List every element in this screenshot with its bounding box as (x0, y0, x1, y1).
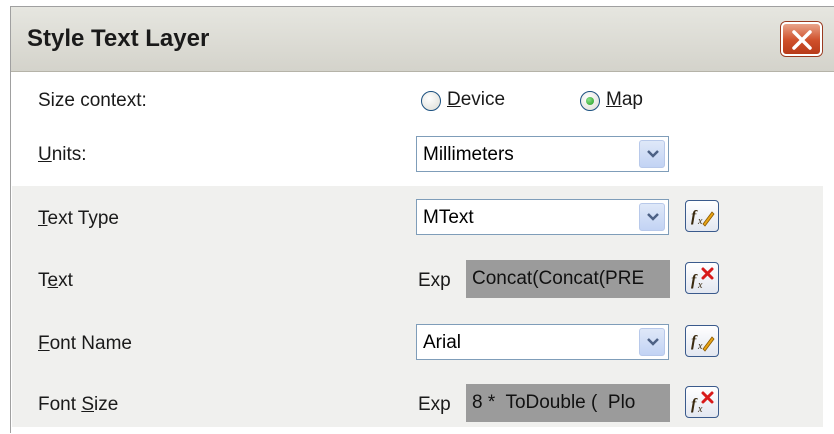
svg-text:x: x (697, 404, 703, 414)
dialog-title: Style Text Layer (27, 25, 210, 52)
svg-text:f: f (691, 208, 698, 225)
chevron-down-icon (647, 213, 659, 221)
font-name-dropdown-button[interactable] (639, 328, 665, 356)
units-select[interactable]: Millimeters (416, 136, 669, 172)
expression-clear-icon: f x (691, 267, 714, 290)
font-size-expression-field[interactable]: 8 * ToDouble ( Plo (466, 384, 670, 422)
text-type-label: Text Type (38, 208, 119, 229)
svg-text:x: x (697, 280, 703, 290)
expression-edit-icon: f x (691, 333, 715, 352)
units-label: Units: (38, 144, 87, 165)
font-size-label: Font Size (38, 394, 119, 415)
units-dropdown-button[interactable] (639, 140, 665, 168)
font-size-expression-value: 8 * ToDouble ( Plo (472, 392, 636, 413)
svg-text:f: f (691, 396, 698, 413)
units-value: Millimeters (423, 144, 514, 165)
text-type-expression-button[interactable]: f x (685, 200, 719, 232)
radio-device-label[interactable]: Device (447, 89, 505, 111)
size-context-label: Size context: (38, 90, 147, 111)
text-expression-value: Concat(Concat(PRE (472, 268, 645, 289)
chevron-down-icon (647, 338, 659, 346)
text-type-dropdown-button[interactable] (639, 203, 665, 231)
expression-clear-icon: f x (691, 391, 714, 414)
text-clear-expression-button[interactable]: f x (685, 262, 719, 294)
text-expression-field[interactable]: Concat(Concat(PRE (466, 260, 670, 298)
text-type-value: MText (423, 207, 474, 228)
svg-text:x: x (697, 216, 703, 227)
radio-device[interactable] (421, 91, 441, 111)
svg-text:f: f (691, 272, 698, 289)
font-name-select[interactable]: Arial (416, 324, 669, 360)
text-label: Text (38, 270, 73, 291)
font-name-label: Font Name (38, 333, 132, 354)
chevron-down-icon (647, 150, 659, 158)
svg-text:f: f (691, 333, 698, 350)
font-size-clear-expression-button[interactable]: f x (685, 386, 719, 418)
font-name-expression-button[interactable]: f x (685, 325, 719, 357)
font-size-exp-label: Exp (418, 394, 451, 415)
close-button[interactable] (781, 22, 822, 56)
close-x-icon (792, 30, 812, 50)
svg-text:x: x (697, 341, 703, 352)
radio-selected-dot (586, 97, 594, 105)
text-exp-label: Exp (418, 270, 451, 291)
radio-map-label[interactable]: Map (606, 89, 643, 111)
title-bar[interactable]: Style Text Layer (11, 7, 834, 72)
radio-map[interactable] (580, 91, 600, 111)
font-name-value: Arial (423, 332, 462, 353)
expression-edit-icon: f x (691, 208, 715, 227)
text-type-select[interactable]: MText (416, 199, 669, 235)
